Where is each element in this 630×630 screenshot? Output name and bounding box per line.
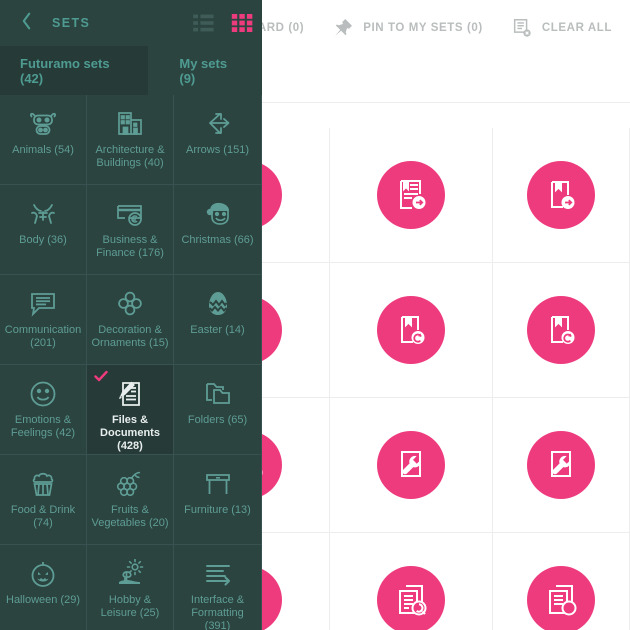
category-label: Folders (65) [187, 414, 248, 426]
category-label: Interface & Formatting (391) [190, 594, 245, 630]
category-folders[interactable]: Folders (65) [174, 365, 262, 455]
app-root: TO CLIPBOARD (0) PIN TO MY SETS (0) [0, 0, 630, 630]
category-communication[interactable]: Communication (201) [0, 275, 87, 365]
sidebar-tabs: Futuramo sets (42) My sets (9) [0, 46, 262, 95]
desk-icon [203, 465, 233, 503]
view-toggle-group [192, 0, 254, 46]
pin-icon [332, 17, 354, 39]
cupcake-icon [28, 465, 58, 503]
category-grid: Animals (54) Architecture & Buildings (4… [0, 95, 262, 630]
document-wrench-icon [527, 431, 595, 499]
tab-futuramo-sets[interactable]: Futuramo sets (42) [0, 46, 149, 95]
grid-view-toggle[interactable] [230, 11, 254, 35]
pin-to-my-sets-label: PIN TO MY SETS (0) [363, 22, 483, 34]
icon-cell[interactable] [493, 263, 630, 398]
category-label: Body (36) [19, 234, 67, 246]
category-christmas[interactable]: Christmas (66) [174, 185, 262, 275]
document-copy-search-icon [377, 566, 445, 630]
category-label: Easter (14) [190, 324, 245, 336]
building-icon [115, 105, 145, 143]
category-label: Furniture (13) [184, 504, 251, 516]
grid-view-icon [231, 14, 253, 32]
sidebar-header: SETS [0, 0, 262, 46]
document-copy-search-icon [527, 566, 595, 630]
clear-all-button[interactable]: CLEAR ALL [497, 0, 626, 56]
clear-all-icon [511, 17, 533, 39]
animal-cow-icon [28, 105, 58, 143]
category-label: Animals (54) [12, 144, 74, 156]
toolbar-divider [260, 102, 630, 103]
icon-cell[interactable] [330, 398, 493, 533]
santa-icon [203, 195, 233, 233]
icon-cell[interactable] [330, 128, 493, 263]
pumpkin-icon [28, 555, 58, 593]
tab-futuramo-sets-label: Futuramo sets (42) [20, 55, 110, 86]
easter-egg-icon [203, 285, 233, 323]
category-food-drink[interactable]: Food & Drink (74) [0, 455, 87, 545]
tab-my-sets-label: My sets (9) [179, 55, 228, 86]
back-button[interactable] [0, 0, 52, 46]
category-label: Decoration & Ornaments (15) [91, 324, 169, 349]
document-text-right-arrow-icon [377, 161, 445, 229]
category-animals[interactable]: Animals (54) [0, 95, 87, 185]
category-label: Halloween (29) [6, 594, 80, 606]
category-architecture-buildings[interactable]: Architecture & Buildings (40) [87, 95, 174, 185]
speech-bubble-icon [28, 285, 58, 323]
smiley-icon [28, 375, 58, 413]
icon-cell[interactable] [493, 398, 630, 533]
pin-to-my-sets-button[interactable]: PIN TO MY SETS (0) [318, 0, 497, 56]
category-decoration-ornaments[interactable]: Decoration & Ornaments (15) [87, 275, 174, 365]
grapes-icon [115, 465, 145, 503]
icon-cell[interactable] [493, 128, 630, 263]
category-files-documents[interactable]: Files & Documents (428) [87, 365, 174, 455]
clear-all-label: CLEAR ALL [541, 22, 612, 34]
document-bookmark-right-arrow-partial-icon [527, 161, 595, 229]
icon-cell[interactable] [330, 533, 493, 630]
category-label: Files & Documents (428) [100, 414, 160, 452]
text-indent-icon [203, 555, 233, 593]
category-hobby-leisure[interactable]: Hobby & Leisure (25) [87, 545, 174, 630]
folders-icon [203, 375, 233, 413]
list-view-toggle[interactable] [192, 11, 216, 35]
category-label: Arrows (151) [186, 144, 249, 156]
tab-my-sets[interactable]: My sets (9) [148, 46, 262, 95]
icon-cell[interactable] [493, 533, 630, 630]
category-body[interactable]: Body (36) [0, 185, 87, 275]
category-label: Christmas (66) [181, 234, 254, 246]
document-pencil-icon [115, 375, 145, 413]
category-easter[interactable]: Easter (14) [174, 275, 262, 365]
category-label: Business & Finance (176) [96, 234, 164, 259]
document-bookmark-refresh-icon [377, 296, 445, 364]
clover-icon [115, 285, 145, 323]
sets-sidebar-panel: SETS Futuramo sets (42) My sets (9) Anim… [0, 0, 262, 630]
category-label: Communication (201) [4, 324, 82, 349]
icon-cell[interactable] [330, 263, 493, 398]
category-label: Hobby & Leisure (25) [100, 594, 160, 619]
category-label: Food & Drink (74) [10, 504, 76, 529]
category-label: Fruits & Vegetables (20) [91, 504, 169, 529]
park-tree-icon [115, 555, 145, 593]
document-wrench-icon [377, 431, 445, 499]
selected-check-icon [94, 370, 108, 384]
category-business-finance[interactable]: Business & Finance (176) [87, 185, 174, 275]
credit-card-euro-icon [115, 195, 145, 233]
document-bookmark-refresh-icon [527, 296, 595, 364]
category-arrows[interactable]: Arrows (151) [174, 95, 262, 185]
category-label: Architecture & Buildings (40) [95, 144, 165, 169]
category-furniture[interactable]: Furniture (13) [174, 455, 262, 545]
page-title: SETS [52, 16, 91, 30]
category-interface-formatting[interactable]: Interface & Formatting (391) [174, 545, 262, 630]
category-emotions-feelings[interactable]: Emotions & Feelings (42) [0, 365, 87, 455]
chevron-left-icon [19, 10, 34, 37]
body-icon [28, 195, 58, 233]
category-label: Emotions & Feelings (42) [10, 414, 76, 439]
list-view-icon [193, 14, 214, 32]
category-halloween[interactable]: Halloween (29) [0, 545, 87, 630]
category-fruits-vegetables[interactable]: Fruits & Vegetables (20) [87, 455, 174, 545]
arrows-icon [203, 105, 233, 143]
